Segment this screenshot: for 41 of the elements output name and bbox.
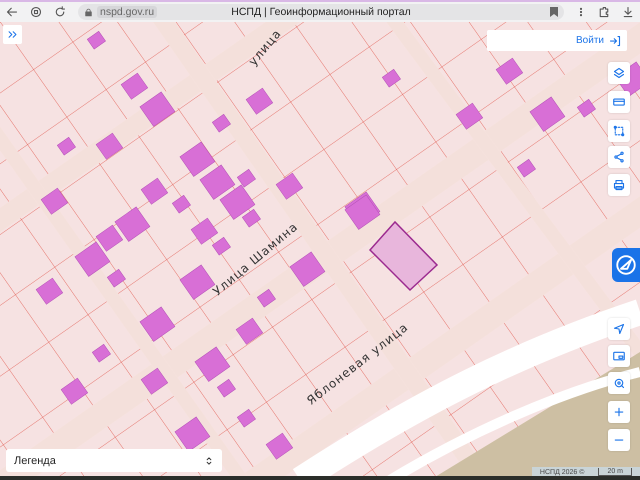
up-down-chevron-icon xyxy=(204,454,214,466)
privacy-button[interactable] xyxy=(30,6,42,18)
reload-icon xyxy=(54,6,66,18)
login-button[interactable]: Войти xyxy=(487,30,627,51)
address-bar[interactable]: nspd.gov.ru НСПД | Геоинформационный портал xyxy=(78,4,564,20)
expand-panel-button[interactable] xyxy=(3,25,22,44)
back-arrow-icon xyxy=(6,6,18,18)
print-button[interactable] xyxy=(608,174,630,196)
locate-button[interactable] xyxy=(608,318,630,340)
legend-dropdown[interactable]: Легенда xyxy=(6,449,222,472)
download-button[interactable] xyxy=(622,6,634,18)
login-icon xyxy=(609,34,621,46)
back-button[interactable] xyxy=(6,6,18,18)
navigation-arrow-icon xyxy=(613,323,625,335)
minimap-icon xyxy=(613,350,625,362)
side-panel-tab[interactable] xyxy=(612,248,640,282)
layers-icon xyxy=(613,67,625,79)
puzzle-icon xyxy=(598,6,610,18)
printer-icon xyxy=(613,179,625,191)
shield-icon xyxy=(30,6,42,18)
search-icon xyxy=(613,377,625,389)
download-icon xyxy=(622,6,634,18)
selection-icon xyxy=(613,125,625,137)
double-chevron-icon xyxy=(7,29,18,40)
bookmark-icon[interactable] xyxy=(550,7,558,17)
select-area-button[interactable] xyxy=(608,120,630,142)
share-button[interactable] xyxy=(608,146,630,168)
share-icon xyxy=(613,151,625,163)
zoom-in-button[interactable] xyxy=(608,401,630,423)
plus-icon xyxy=(613,406,625,418)
lock-icon xyxy=(84,8,93,16)
layers-button[interactable] xyxy=(608,62,630,84)
logo-icon xyxy=(616,255,636,275)
reload-button[interactable] xyxy=(54,6,66,18)
ruler-icon xyxy=(613,96,625,108)
page-title: НСПД | Геоинформационный портал xyxy=(231,6,411,18)
measure-button[interactable] xyxy=(608,91,630,113)
extensions-button[interactable] xyxy=(598,6,610,18)
url-text: nspd.gov.ru xyxy=(97,6,158,18)
minimap-button[interactable] xyxy=(608,345,630,367)
search-location-button[interactable] xyxy=(608,372,630,394)
